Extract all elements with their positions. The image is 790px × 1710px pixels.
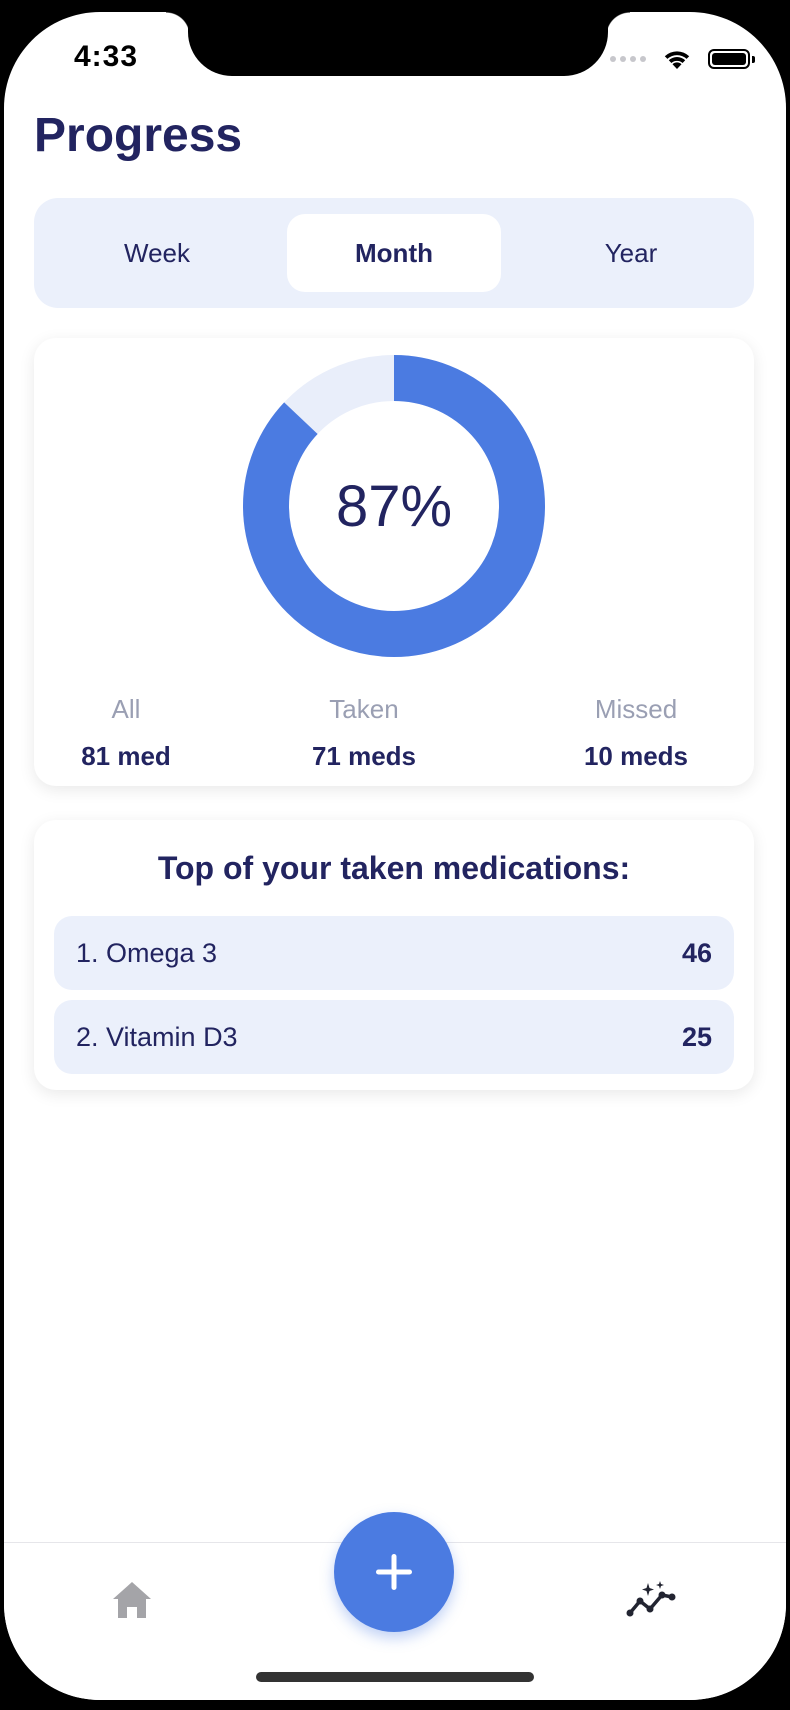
medication-count: 25 xyxy=(681,1021,712,1052)
donut-percent-label: 87% xyxy=(336,474,452,539)
stats-icon[interactable] xyxy=(626,1579,676,1619)
page-title: Progress xyxy=(34,109,243,162)
top-medications-card: Top of your taken medications: 1. Omega … xyxy=(34,820,754,1090)
home-indicator[interactable] xyxy=(256,1672,534,1682)
stat-all-value: 81 med xyxy=(81,741,171,771)
tab-month[interactable]: Month xyxy=(287,214,501,292)
stat-missed-value: 10 meds xyxy=(583,741,689,771)
status-icons xyxy=(610,48,755,70)
app-screen: 4:33 Progress Week Month Year 87% All 81… xyxy=(4,12,786,1700)
status-time: 4:33 xyxy=(74,40,139,73)
stat-missed-label: Missed xyxy=(594,694,678,724)
top-medications-title: Top of your taken medications: xyxy=(157,850,631,886)
battery-icon xyxy=(708,49,755,69)
stat-taken-label: Taken xyxy=(329,694,399,724)
progress-donut-chart: 87% xyxy=(243,355,545,657)
list-item[interactable]: 2. Vitamin D3 25 xyxy=(54,1000,734,1074)
tab-year[interactable]: Year xyxy=(524,214,738,292)
home-icon[interactable] xyxy=(112,1581,152,1619)
stat-missed: Missed 10 meds xyxy=(546,694,726,772)
tab-week[interactable]: Week xyxy=(50,214,264,292)
period-selector: Week Month Year xyxy=(34,198,754,308)
cellular-signal-icon xyxy=(610,56,646,62)
wifi-icon xyxy=(664,51,690,69)
notch xyxy=(166,12,630,76)
stat-taken: Taken 71 meds xyxy=(284,694,444,772)
stat-taken-value: 71 meds xyxy=(311,741,417,771)
plus-icon xyxy=(376,1554,412,1590)
add-medication-button[interactable] xyxy=(334,1512,454,1632)
medication-count: 46 xyxy=(681,937,712,968)
list-item[interactable]: 1. Omega 3 46 xyxy=(54,916,734,990)
medication-name: 1. Omega 3 xyxy=(76,937,218,968)
progress-card: 87% All 81 med Taken 71 meds Missed 10 m… xyxy=(34,338,754,786)
stat-all-label: All xyxy=(111,694,141,724)
medication-name: 2. Vitamin D3 xyxy=(76,1021,238,1052)
stat-all: All 81 med xyxy=(46,694,206,772)
